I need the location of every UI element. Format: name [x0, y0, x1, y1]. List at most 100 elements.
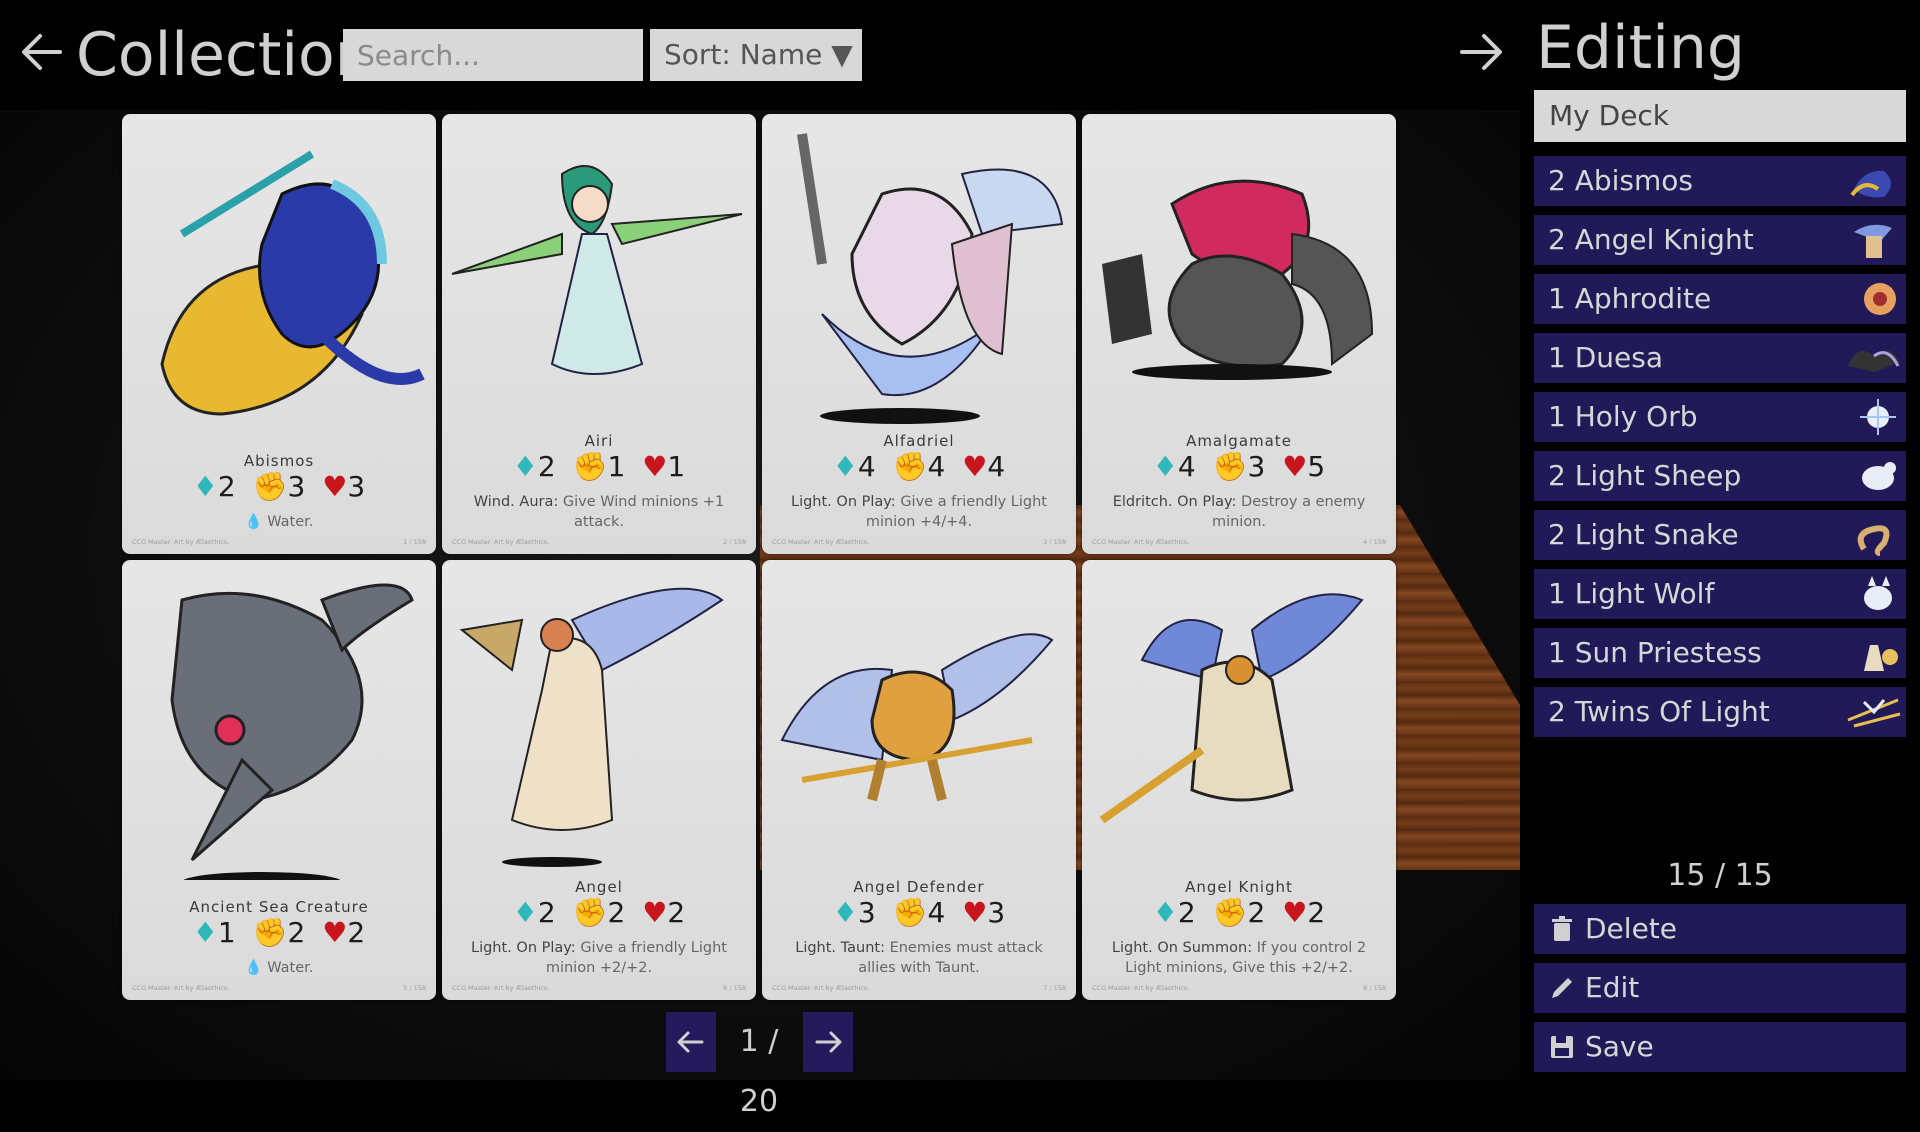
card-thumbnail-icon	[1864, 576, 1892, 610]
sort-dropdown[interactable]: Sort: Name ▼	[650, 29, 862, 81]
deck-name-field[interactable]: My Deck	[1534, 90, 1906, 142]
prev-page-button[interactable]	[666, 1012, 716, 1072]
card-credit: CCG Master. Art by Ælaothics.	[132, 538, 230, 546]
card-stats: ♦2 ✊2 ♥2	[512, 896, 686, 929]
deck-item-label: 1 Light Wolf	[1548, 577, 1715, 610]
deck-item-label: 1 Holy Orb	[1548, 400, 1698, 433]
card-thumbnail-icon	[1854, 224, 1892, 258]
save-button[interactable]: Save	[1534, 1022, 1906, 1072]
delete-button[interactable]: Delete	[1534, 904, 1906, 954]
card-credit: CCG Master. Art by Ælaothics.	[772, 984, 870, 992]
airi-art	[451, 165, 743, 375]
deck-item-label: 2 Abismos	[1548, 164, 1694, 197]
card-stats: ♦2 ✊3 ♥3	[192, 470, 366, 503]
save-label: Save	[1585, 1030, 1654, 1063]
card-description: Eldritch. On Play: Destroy a enemy minio…	[1112, 494, 1366, 530]
card-credit: CCG Master. Art by Ælaothics.	[132, 984, 230, 992]
card-abismos[interactable]: Abismos ♦2 ✊3 ♥3 💧 Water. CCG Master. Ar…	[122, 114, 436, 554]
card-number: 5 / 158	[403, 984, 426, 992]
card-credit: CCG Master. Art by Ælaothics.	[772, 538, 870, 546]
deck-editor-panel: Editing My Deck 2 Abismos 2 Angel Knight…	[1520, 0, 1920, 1080]
card-stats: ♦2 ✊2 ♥2	[1152, 896, 1326, 929]
angel-defender-art	[780, 633, 1054, 802]
card-description: Wind. Aura: Give Wind minions +1 attack.	[473, 494, 725, 530]
deck-item-label: 2 Light Sheep	[1548, 459, 1742, 492]
card-thumbnail-icon	[1848, 350, 1900, 372]
panel-title: Editing	[1536, 13, 1745, 83]
pencil-icon	[1552, 978, 1572, 998]
deck-item[interactable]: 2 Light Sheep	[1534, 451, 1906, 501]
edit-label: Edit	[1585, 971, 1640, 1004]
angel-art	[459, 587, 724, 867]
card-thumbnail-icon	[1860, 399, 1896, 435]
card-number: 6 / 158	[723, 984, 746, 992]
next-page-button[interactable]	[803, 1012, 853, 1072]
arrow-left-icon	[22, 34, 62, 70]
card-credit: CCG Master. Art by Ælaothics.	[452, 538, 550, 546]
deck-item[interactable]: 1 Duesa	[1534, 333, 1906, 383]
search-input[interactable]	[343, 29, 643, 81]
card-number: 8 / 158	[1363, 984, 1386, 992]
card-ancient-sea-creature[interactable]: Ancient Sea Creature ♦1 ✊2 ♥2 💧 Water. C…	[122, 560, 436, 1000]
card-amalgamate[interactable]: Amalgamate ♦4 ✊3 ♥5 Eldritch. On Play: D…	[1082, 114, 1396, 554]
trash-icon	[1552, 916, 1572, 941]
deck-item-label: 1 Aphrodite	[1548, 282, 1712, 315]
card-thumbnail-icon	[1862, 462, 1896, 490]
card-name: Abismos	[243, 452, 315, 470]
card-name: Angel Knight	[1185, 878, 1293, 896]
card-stats: ♦4 ✊4 ♥4	[832, 450, 1006, 483]
deck-item[interactable]: 1 Aphrodite	[1534, 274, 1906, 324]
card-stats: ♦2 ✊1 ♥1	[512, 450, 686, 483]
card-number: 4 / 158	[1363, 538, 1386, 546]
card-credit: CCG Master. Art by Ælaothics.	[452, 984, 550, 992]
card-name: Ancient Sea Creature	[189, 898, 369, 916]
delete-label: Delete	[1585, 912, 1677, 945]
deck-item-label: 1 Sun Priestess	[1548, 636, 1762, 669]
card-stats: ♦4 ✊3 ♥5	[1152, 450, 1326, 483]
card-stats: ♦1 ✊2 ♥2	[192, 916, 366, 949]
card-name: Amalgamate	[1186, 432, 1292, 450]
card-description: Light. On Play: Give a friendly Light mi…	[471, 940, 727, 976]
deck-item-label: 2 Twins Of Light	[1548, 695, 1770, 728]
card-type: 💧 Water.	[244, 960, 314, 976]
card-angel[interactable]: Angel ♦2 ✊2 ♥2 Light. On Play: Give a fr…	[442, 560, 756, 1000]
card-alfadriel[interactable]: Alfadriel ♦4 ✊4 ♥4 Light. On Play: Give …	[762, 114, 1076, 554]
deck-item[interactable]: 2 Abismos	[1534, 156, 1906, 206]
card-angel-defender[interactable]: Angel Defender ♦3 ✊4 ♥3 Light. Taunt: En…	[762, 560, 1076, 1000]
card-number: 2 / 158	[723, 538, 746, 546]
card-description: Light. On Summon: If you control 2 Light…	[1111, 940, 1367, 976]
card-stats: ♦3 ✊4 ♥3	[832, 896, 1006, 929]
card-name: Angel Defender	[853, 878, 985, 896]
card-description: Light. Taunt: Enemies must attack allies…	[795, 940, 1043, 976]
card-thumbnail-icon	[1857, 525, 1890, 556]
card-number: 3 / 158	[1043, 538, 1066, 546]
card-name: Alfadriel	[883, 432, 955, 450]
deck-item[interactable]: 2 Twins Of Light	[1534, 687, 1906, 737]
edit-button[interactable]: Edit	[1534, 963, 1906, 1013]
deck-card-count: 15 / 15	[1667, 858, 1773, 893]
abismos-art	[160, 150, 425, 416]
forward-arrow-button[interactable]	[1452, 24, 1508, 80]
angel-knight-art	[1099, 593, 1364, 824]
card-number: 7 / 158	[1043, 984, 1066, 992]
deck-item[interactable]: 2 Light Snake	[1534, 510, 1906, 560]
card-number: 1 / 158	[403, 538, 426, 546]
card-thumbnail-icon	[1864, 645, 1898, 671]
back-arrow-button[interactable]	[16, 24, 72, 80]
deck-item[interactable]: 1 Sun Priestess	[1534, 628, 1906, 678]
card-name: Angel	[575, 878, 623, 896]
card-grid: Abismos ♦2 ✊3 ♥3 💧 Water. CCG Master. Ar…	[122, 114, 1400, 1000]
deck-item[interactable]: 1 Light Wolf	[1534, 569, 1906, 619]
page-title: Collection	[76, 20, 373, 90]
card-credit: CCG Master. Art by Ælaothics.	[1092, 538, 1190, 546]
card-angel-knight[interactable]: Angel Knight ♦2 ✊2 ♥2 Light. On Summon: …	[1082, 560, 1396, 1000]
deck-item-label: 1 Duesa	[1548, 341, 1663, 374]
deck-item[interactable]: 2 Angel Knight	[1534, 215, 1906, 265]
card-thumbnail-icon	[1864, 283, 1896, 315]
card-airi[interactable]: Airi ♦2 ✊1 ♥1 Wind. Aura: Give Wind mini…	[442, 114, 756, 554]
collection-header: Collection Sort: Name ▼	[0, 0, 1520, 110]
card-credit: CCG Master. Art by Ælaothics.	[1092, 984, 1190, 992]
deck-item[interactable]: 1 Holy Orb	[1534, 392, 1906, 442]
deck-item-label: 2 Light Snake	[1548, 518, 1739, 551]
ancient-sea-creature-art	[170, 583, 414, 880]
